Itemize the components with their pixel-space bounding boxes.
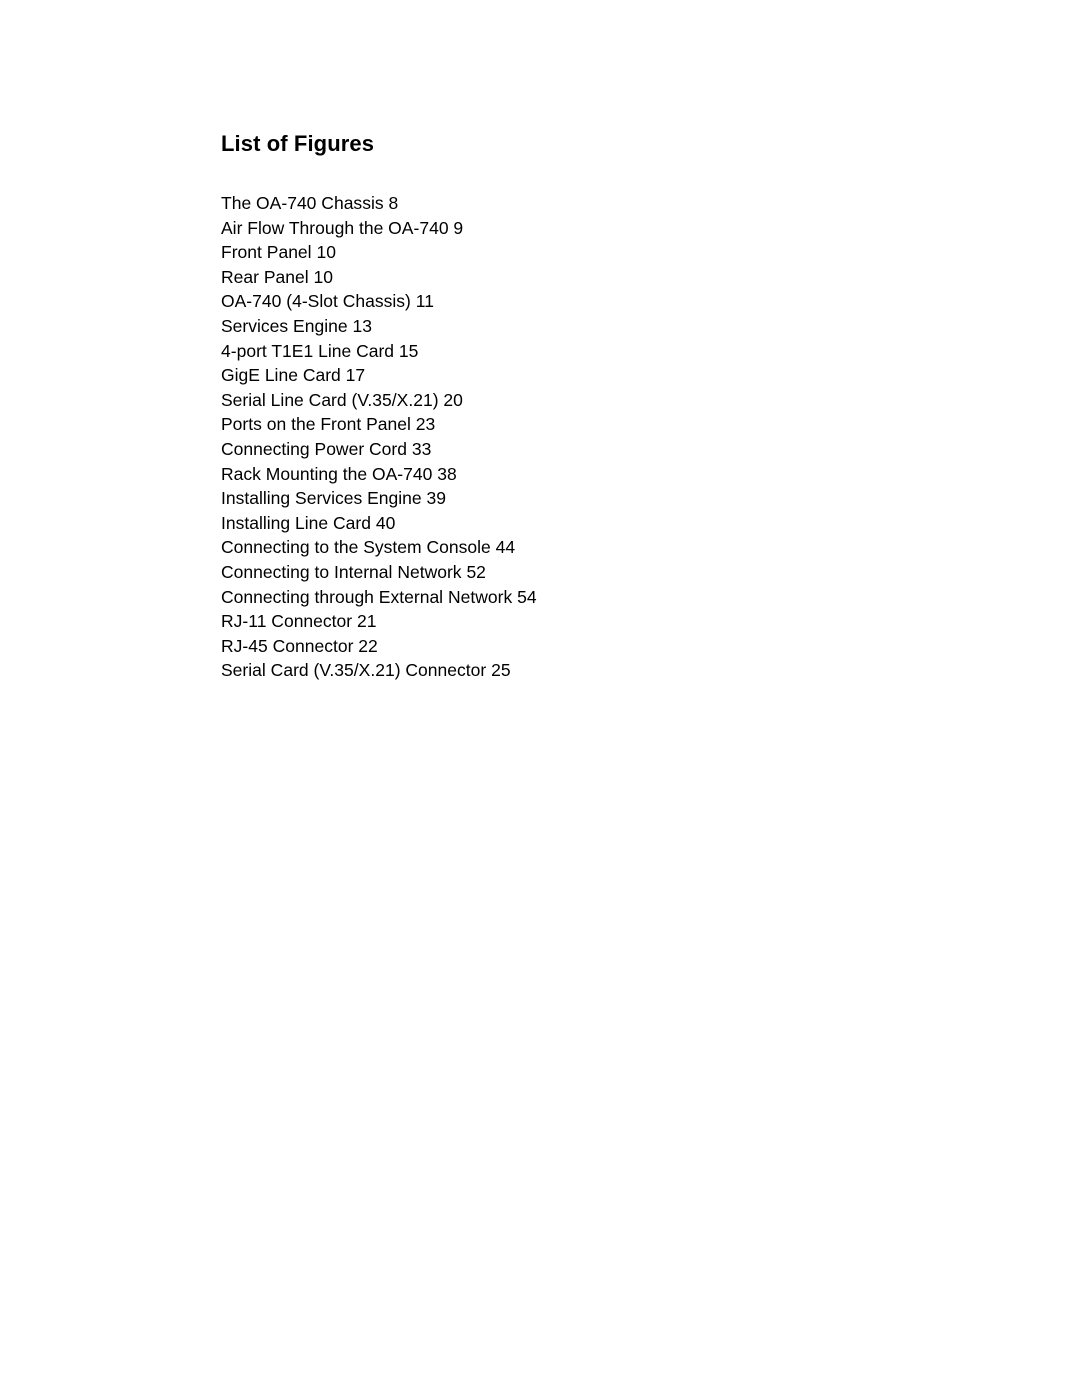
list-of-figures: The OA-740 Chassis 8 Air Flow Through th… <box>221 191 921 683</box>
list-item: Installing Line Card 40 <box>221 512 396 533</box>
list-item: Rear Panel 10 <box>221 266 334 287</box>
list-item: Serial Line Card (V.35/X.21) 20 <box>221 389 463 410</box>
page-content: List of Figures The OA-740 Chassis 8 Air… <box>221 131 921 683</box>
list-item: Connecting to the System Console 44 <box>221 537 516 558</box>
list-item: Connecting Power Cord 33 <box>221 438 432 459</box>
document-page: List of Figures The OA-740 Chassis 8 Air… <box>0 0 1080 1397</box>
page-title: List of Figures <box>221 131 375 156</box>
list-item: The OA-740 Chassis 8 <box>221 193 399 213</box>
list-item: GigE Line Card 17 <box>221 365 366 386</box>
list-item: RJ-11 Connector 21 <box>221 611 377 632</box>
list-item: Air Flow Through the OA-740 9 <box>221 217 464 238</box>
list-item: Connecting through External Network 54 <box>221 586 537 607</box>
list-item: Ports on the Front Panel 23 <box>221 414 436 435</box>
list-item: Services Engine 13 <box>221 315 372 336</box>
list-item: Rack Mounting the OA-740 38 <box>221 463 457 484</box>
list-item: Installing Services Engine 39 <box>221 488 447 509</box>
list-item: Front Panel 10 <box>221 242 336 263</box>
list-item: RJ-45 Connector 22 <box>221 635 378 656</box>
list-item: Connecting to Internal Network 52 <box>221 561 486 582</box>
list-item: Serial Card (V.35/X.21) Connector 25 <box>221 660 511 681</box>
list-item: 4-port T1E1 Line Card 15 <box>221 340 419 361</box>
list-item: OA-740 (4-Slot Chassis) 11 <box>221 291 434 312</box>
